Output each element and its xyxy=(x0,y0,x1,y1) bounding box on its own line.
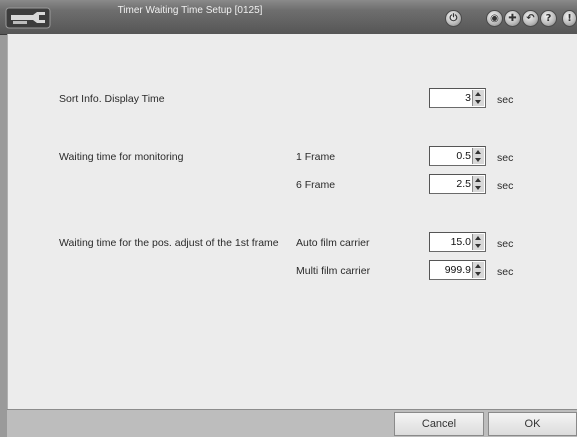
frame6-label: 6 Frame xyxy=(296,179,336,191)
spin-down-icon[interactable] xyxy=(475,158,481,162)
back-icon[interactable]: ↶ xyxy=(522,10,539,27)
globe-icon[interactable]: ◉ xyxy=(486,10,503,27)
frame6-spinner[interactable]: 2.5 xyxy=(429,174,486,194)
spin-up-icon[interactable] xyxy=(475,264,481,268)
spin-up-icon[interactable] xyxy=(475,150,481,154)
multi-carrier-unit: sec xyxy=(497,266,514,278)
sort-info-unit: sec xyxy=(497,94,514,106)
frame6-value[interactable]: 2.5 xyxy=(456,178,471,190)
sort-info-label: Sort Info. Display Time xyxy=(59,93,165,105)
multi-carrier-spinner[interactable]: 999.9 xyxy=(429,260,486,280)
power-icon[interactable]: ⏻ xyxy=(445,10,462,27)
spinner-arrows[interactable] xyxy=(472,148,484,164)
auto-carrier-value[interactable]: 15.0 xyxy=(451,236,471,248)
sort-info-value[interactable]: 3 xyxy=(465,92,471,104)
auto-carrier-spinner[interactable]: 15.0 xyxy=(429,232,486,252)
spin-down-icon[interactable] xyxy=(475,244,481,248)
compass-icon[interactable]: ✚ xyxy=(504,10,521,27)
spinner-arrows[interactable] xyxy=(472,262,484,278)
spinner-arrows[interactable] xyxy=(472,234,484,250)
title-bar: Timer Waiting Time Setup [0125] ⏻ ◉ ✚ ↶ … xyxy=(0,0,577,35)
monitoring-label: Waiting time for monitoring xyxy=(59,151,184,163)
cancel-button[interactable]: Cancel xyxy=(394,412,484,436)
spin-up-icon[interactable] xyxy=(475,178,481,182)
help-icon[interactable]: ? xyxy=(540,10,557,27)
frame1-label: 1 Frame xyxy=(296,151,336,163)
spin-down-icon[interactable] xyxy=(475,272,481,276)
multi-carrier-value[interactable]: 999.9 xyxy=(445,264,471,276)
frame1-unit: sec xyxy=(497,152,514,164)
frame1-spinner[interactable]: 0.5 xyxy=(429,146,486,166)
frame1-value[interactable]: 0.5 xyxy=(456,150,471,162)
sort-info-spinner[interactable]: 3 xyxy=(429,88,486,108)
auto-carrier-unit: sec xyxy=(497,238,514,250)
ok-button[interactable]: OK xyxy=(488,412,577,436)
window-title: Timer Waiting Time Setup [0125] xyxy=(117,5,263,16)
spinner-arrows[interactable] xyxy=(472,90,484,106)
multi-carrier-label: Multi film carrier xyxy=(296,265,371,277)
spinner-arrows[interactable] xyxy=(472,176,484,192)
settings-panel: Sort Info. Display Time 3 sec Waiting ti… xyxy=(7,34,577,409)
spin-down-icon[interactable] xyxy=(475,186,481,190)
spin-up-icon[interactable] xyxy=(475,236,481,240)
spin-up-icon[interactable] xyxy=(475,92,481,96)
alert-icon[interactable]: ! xyxy=(562,10,577,27)
frame6-unit: sec xyxy=(497,180,514,192)
auto-carrier-label: Auto film carrier xyxy=(296,237,370,249)
spin-down-icon[interactable] xyxy=(475,100,481,104)
pos-adjust-label: Waiting time for the pos. adjust of the … xyxy=(59,237,279,249)
footer-bar: Cancel OK xyxy=(7,409,577,437)
